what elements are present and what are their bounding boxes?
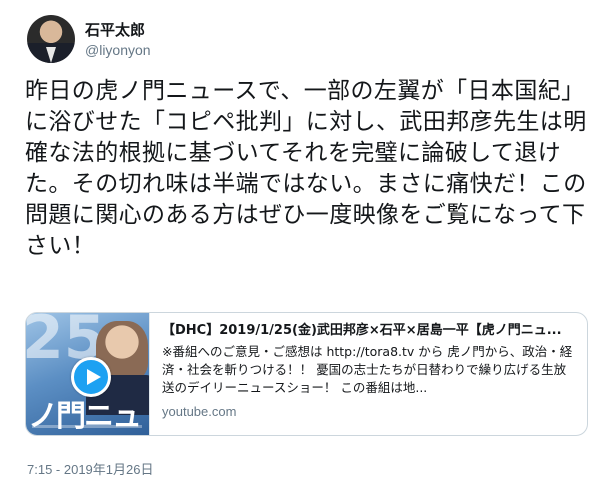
display-name[interactable]: 石平太郎: [85, 20, 151, 40]
tweet: 石平太郎 @liyonyon 昨日の虎ノ門ニュースで、一部の左翼が「日本国紀」に…: [0, 0, 615, 493]
card-title: 【DHC】2019/1/25(金)武田邦彦×石平×居島一平【虎ノ門ニュ...: [162, 323, 562, 338]
user-names: 石平太郎 @liyonyon: [85, 20, 151, 59]
tweet-text: 昨日の虎ノ門ニュースで、一部の左翼が「日本国紀」に浴びせた「コピペ批判」に対し、…: [25, 78, 587, 259]
avatar[interactable]: [27, 15, 75, 63]
card-description: ※番組へのご意見・ご感想は http://tora8.tv から 虎ノ門から、政…: [162, 344, 573, 395]
play-icon[interactable]: [71, 357, 111, 397]
card-domain: youtube.com: [162, 404, 237, 419]
card-body: 【DHC】2019/1/25(金)武田邦彦×石平×居島一平【虎ノ門ニュ... ※…: [150, 313, 587, 435]
video-thumbnail[interactable]: 25 ノ門ニュース: [26, 313, 150, 435]
tweet-header: 石平太郎 @liyonyon: [27, 14, 151, 64]
user-handle[interactable]: @liyonyon: [85, 41, 151, 59]
tweet-timestamp[interactable]: 7:15 - 2019年1月26日: [27, 459, 153, 478]
thumbnail-title: ノ門ニュース: [28, 399, 142, 434]
link-card[interactable]: 25 ノ門ニュース 【DHC】2019/1/25(金)武田邦彦×石平×居島一平【…: [25, 312, 588, 436]
thumbnail-caption-line: [32, 425, 142, 428]
